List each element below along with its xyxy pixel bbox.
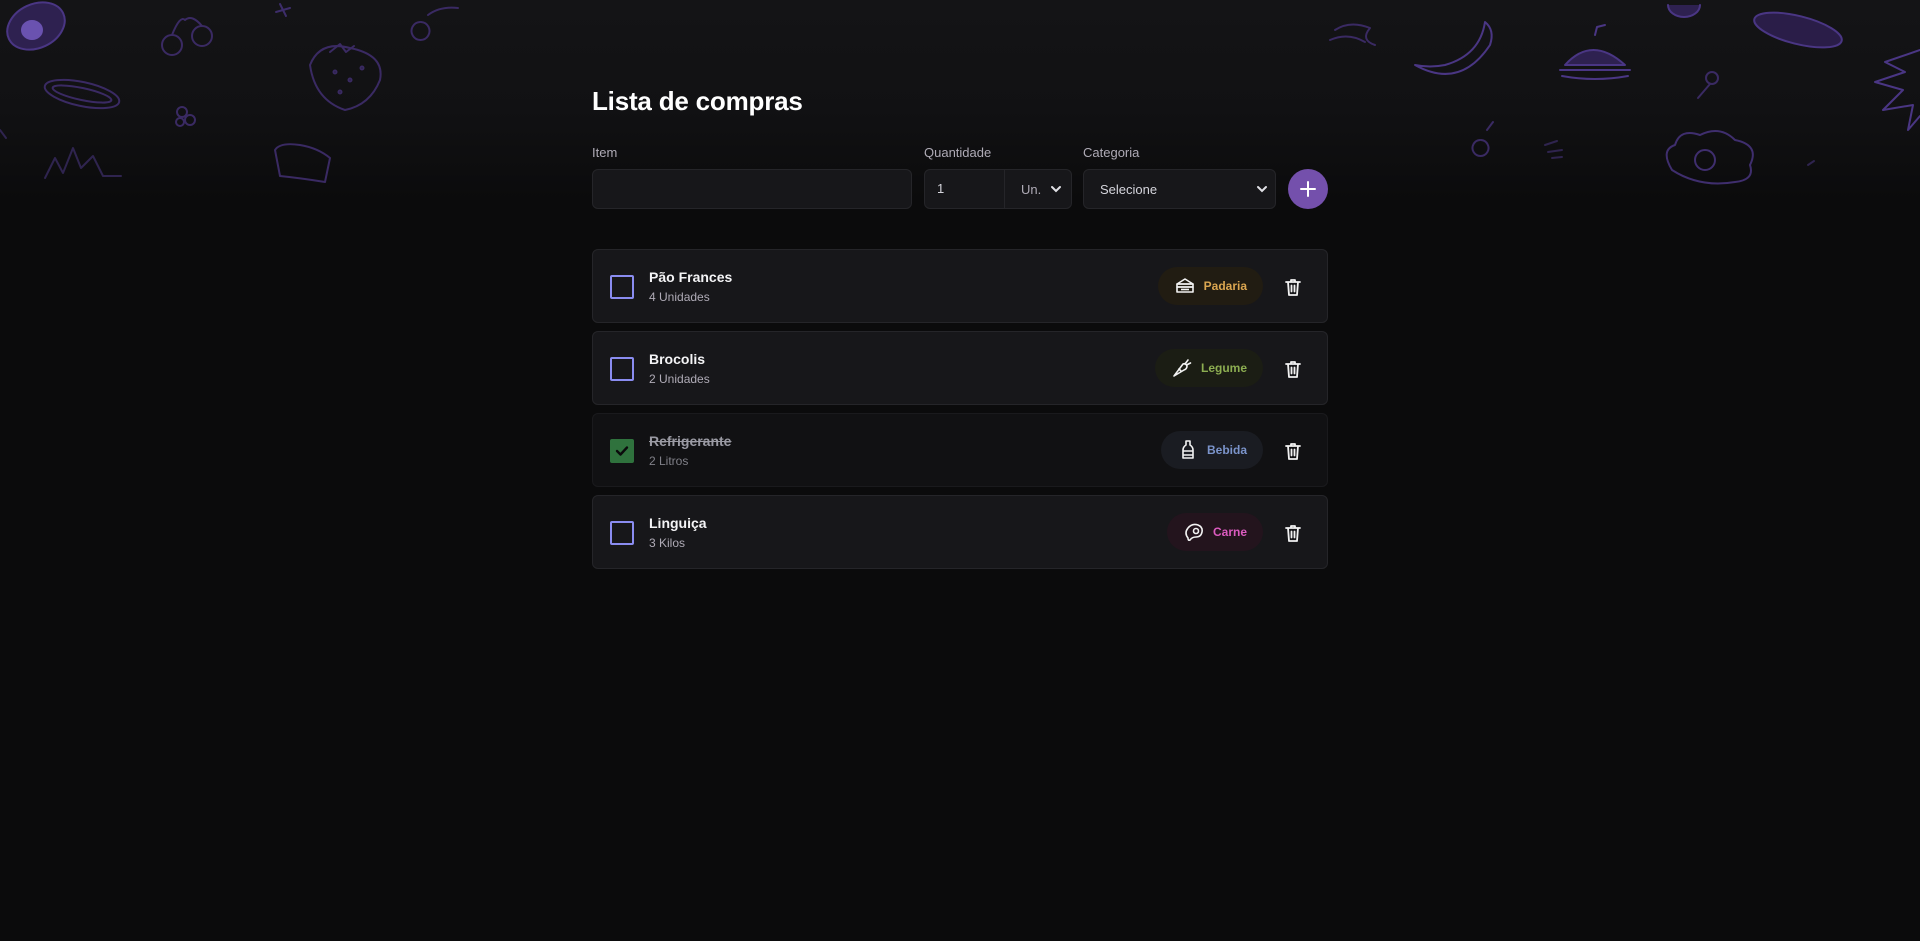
- item-name: Brocolis: [649, 351, 706, 367]
- list-item: Pão Frances 4 Unidades Padaria: [592, 249, 1328, 323]
- burger-doodle: [1559, 24, 1631, 80]
- category-badge-label: Padaria: [1203, 279, 1247, 293]
- category-badge: Bebida: [1160, 431, 1263, 469]
- category-badge-label: Bebida: [1206, 443, 1247, 457]
- category-badge: Carne: [1166, 513, 1263, 551]
- page-title: Lista de compras: [592, 86, 803, 116]
- strawberry-doodle: [309, 43, 382, 111]
- category-label: Categoria: [1083, 145, 1140, 160]
- list-item: Refrigerante 2 Litros Bebida: [592, 413, 1328, 487]
- trash-icon[interactable]: [1283, 359, 1303, 379]
- list-item: Linguiça 3 Kilos Carne: [592, 495, 1328, 569]
- item-quantity: 3 Kilos: [649, 536, 686, 550]
- sub-doodle: [1753, 11, 1843, 49]
- add-item-button[interactable]: [1288, 169, 1328, 209]
- item-input[interactable]: [592, 169, 912, 209]
- category-select[interactable]: Selecione: [1083, 169, 1276, 209]
- unit-select-value: Un.: [1021, 181, 1042, 197]
- item-checkbox[interactable]: [610, 275, 634, 299]
- check-icon: [615, 446, 629, 456]
- list-item: Brocolis 2 Unidades Legume: [592, 331, 1328, 405]
- banana-doodle: [1414, 21, 1493, 75]
- egg-doodle: [1665, 130, 1754, 185]
- cherries-doodle: [161, 17, 213, 56]
- item-name: Pão Frances: [649, 269, 733, 285]
- item-checkbox[interactable]: [610, 521, 634, 545]
- carrot-icon: [1171, 357, 1193, 379]
- category-select-value: Selecione: [1100, 181, 1158, 197]
- meat-icon: [1183, 521, 1205, 543]
- unit-select[interactable]: Un.: [1005, 170, 1071, 208]
- shopping-list: Pão Frances 4 Unidades Padaria Brocolis …: [592, 249, 1328, 577]
- quantity-label: Quantidade: [924, 145, 992, 160]
- item-name: Refrigerante: [649, 433, 732, 449]
- item-name: Linguiça: [649, 515, 707, 531]
- avocado-doodle: [6, 1, 66, 51]
- quantity-group: 1 Un.: [924, 169, 1072, 209]
- item-label: Item: [592, 145, 618, 160]
- sandwich-icon: [1174, 275, 1196, 297]
- item-quantity: 2 Unidades: [649, 372, 710, 386]
- quantity-input[interactable]: 1: [925, 170, 1005, 208]
- trash-icon[interactable]: [1283, 441, 1303, 461]
- category-badge-label: Legume: [1200, 361, 1247, 375]
- item-quantity: 4 Unidades: [649, 290, 710, 304]
- chevron-down-icon: [1051, 186, 1061, 193]
- chevron-down-icon: [1257, 186, 1267, 193]
- plus-icon: [1300, 181, 1316, 197]
- item-checkbox[interactable]: [610, 357, 634, 381]
- trash-icon[interactable]: [1283, 523, 1303, 543]
- item-checkbox[interactable]: [610, 439, 634, 463]
- hotdog-doodle: [43, 78, 121, 110]
- category-badge-label: Carne: [1212, 525, 1247, 539]
- category-badge: Padaria: [1157, 267, 1263, 305]
- category-badge: Legume: [1154, 349, 1263, 387]
- bottle-icon: [1177, 439, 1199, 461]
- trash-icon[interactable]: [1283, 277, 1303, 297]
- item-quantity: 2 Litros: [649, 454, 689, 468]
